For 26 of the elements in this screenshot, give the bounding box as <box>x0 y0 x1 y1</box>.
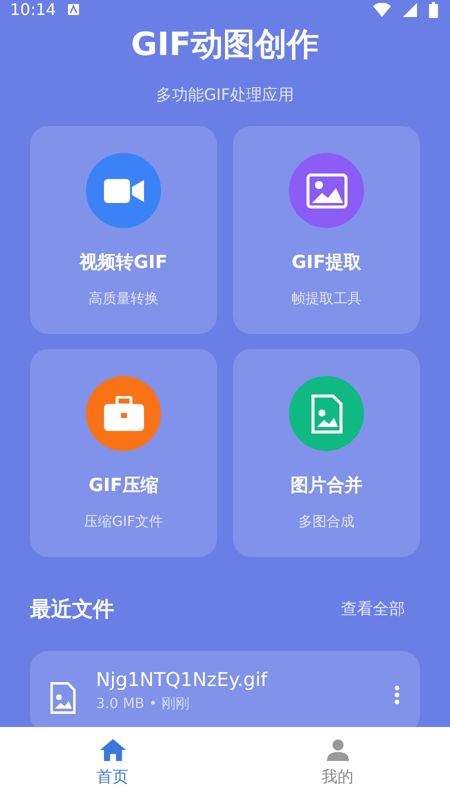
tool-card[interactable]: GIF提取 帧提取工具 <box>233 126 420 334</box>
view-all-link[interactable]: 查看全部 <box>341 598 420 620</box>
video-camera-icon <box>104 176 144 204</box>
image-file-icon <box>310 394 342 434</box>
nav-tab[interactable]: 我的 <box>225 727 450 800</box>
tool-card[interactable]: 图片合并 多图合成 <box>233 349 420 557</box>
wifi-icon <box>373 2 391 16</box>
app-title: GIF动图创作 <box>130 24 320 65</box>
image-file-icon <box>50 681 76 715</box>
person-icon <box>326 739 348 761</box>
nav-tab[interactable]: 首页 <box>0 727 225 800</box>
battery-icon <box>429 2 438 18</box>
tool-card[interactable]: 视频转GIF 高质量转换 <box>30 126 217 334</box>
file-meta: 3.0 MB • 刚刚 <box>96 695 191 713</box>
tool-card[interactable]: GIF压缩 压缩GIF文件 <box>30 349 217 557</box>
app-subtitle: 多功能GIF处理应用 <box>154 85 296 106</box>
status-time: 10:14 <box>10 0 56 19</box>
section-title: 最近文件 <box>30 596 114 623</box>
home-icon <box>100 739 126 761</box>
notification-icon <box>68 4 80 15</box>
more-icon[interactable] <box>394 685 400 705</box>
file-name: Njg1NTQ1NzEy.gif <box>96 669 269 691</box>
briefcase-icon <box>102 396 144 432</box>
image-icon <box>306 172 348 208</box>
signal-icon <box>403 2 417 16</box>
file-card[interactable]: Njg1NTQ1NzEy.gif 3.0 MB • 刚刚 <box>30 651 420 727</box>
